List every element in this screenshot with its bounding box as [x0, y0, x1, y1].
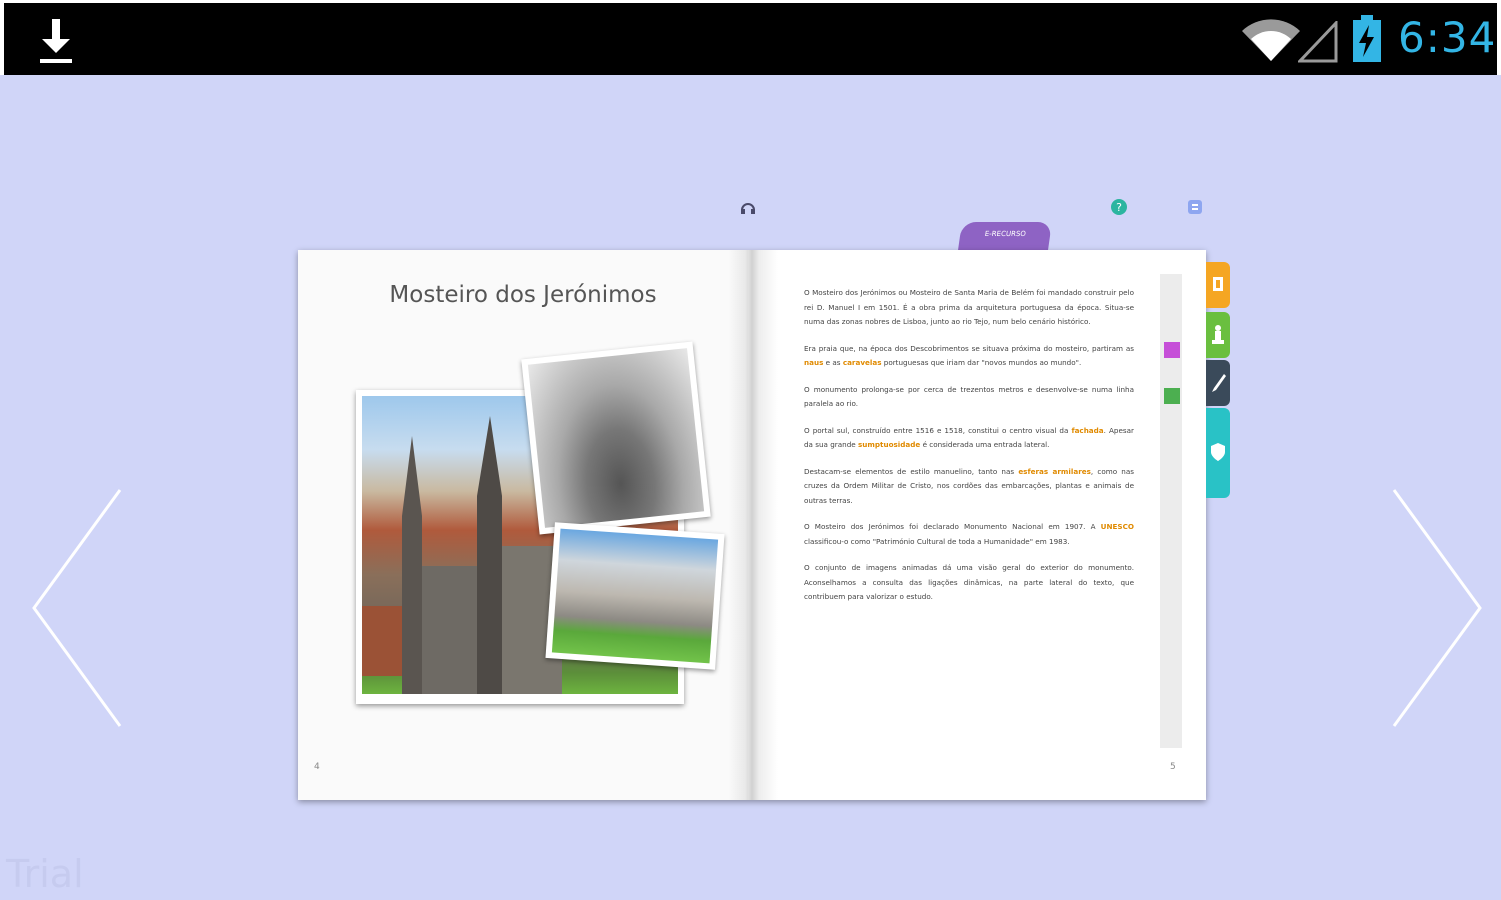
page-title: Mosteiro dos Jerónimos — [389, 282, 657, 308]
page-number-right: 5 — [1170, 762, 1176, 772]
watermark: Trial — [6, 852, 84, 896]
open-book: Mosteiro dos Jerónimos 4 O Mosteiro dos … — [298, 250, 1206, 800]
wifi-icon — [1242, 19, 1300, 61]
portal-detail-photo[interactable] — [521, 341, 711, 535]
clock: 6:34 — [1398, 13, 1497, 62]
tab-bookmark[interactable] — [1206, 262, 1230, 308]
book-spine — [728, 250, 778, 800]
article-text: O Mosteiro dos Jerónimos ou Mosteiro de … — [804, 286, 1134, 617]
note-icon[interactable] — [1186, 198, 1204, 216]
status-bar: 6:34 — [0, 0, 1501, 75]
tab-pen[interactable] — [1206, 360, 1230, 406]
help-icon[interactable]: ? — [1110, 198, 1128, 216]
tools-icon — [1213, 277, 1223, 291]
paragraph: O portal sul, construído entre 1516 e 15… — [804, 425, 1135, 450]
edit-link-icon[interactable] — [1164, 342, 1180, 358]
right-page: O Mosteiro dos Jerónimos ou Mosteiro de … — [752, 250, 1206, 800]
chevron-right-icon[interactable] — [1386, 488, 1486, 728]
signal-icon — [1298, 21, 1338, 63]
paragraph: Era praia que, na época dos Descobriment… — [804, 343, 1134, 368]
left-page: Mosteiro dos Jerónimos 4 — [298, 250, 748, 800]
shield-icon — [1211, 443, 1225, 461]
tab-shield[interactable] — [1206, 408, 1230, 498]
chevron-left-icon[interactable] — [28, 488, 128, 728]
svg-text:?: ? — [1116, 201, 1122, 214]
tab-chess[interactable] — [1206, 312, 1230, 358]
paragraph: Destacam-se elementos de estilo manuelin… — [804, 466, 1135, 505]
paragraph: O Mosteiro dos Jerónimos ou Mosteiro de … — [804, 288, 1134, 326]
paragraph: O monumento prolonga-se por cerca de tre… — [804, 384, 1134, 409]
download-icon[interactable] — [36, 19, 76, 65]
paragraph: O Mosteiro dos Jerónimos foi declarado M… — [804, 522, 1134, 546]
pen-icon — [1212, 374, 1226, 392]
headset-icon[interactable] — [739, 198, 757, 216]
video-link-icon[interactable] — [1164, 388, 1180, 404]
cloister-photo[interactable] — [545, 522, 725, 670]
page-number-left: 4 — [314, 762, 320, 772]
chess-piece-icon — [1212, 325, 1224, 344]
battery-charging-icon — [1353, 15, 1381, 62]
paragraph: O conjunto de imagens animadas dá uma vi… — [804, 563, 1134, 601]
resource-ribbon[interactable]: E-RECURSO — [958, 222, 1052, 250]
